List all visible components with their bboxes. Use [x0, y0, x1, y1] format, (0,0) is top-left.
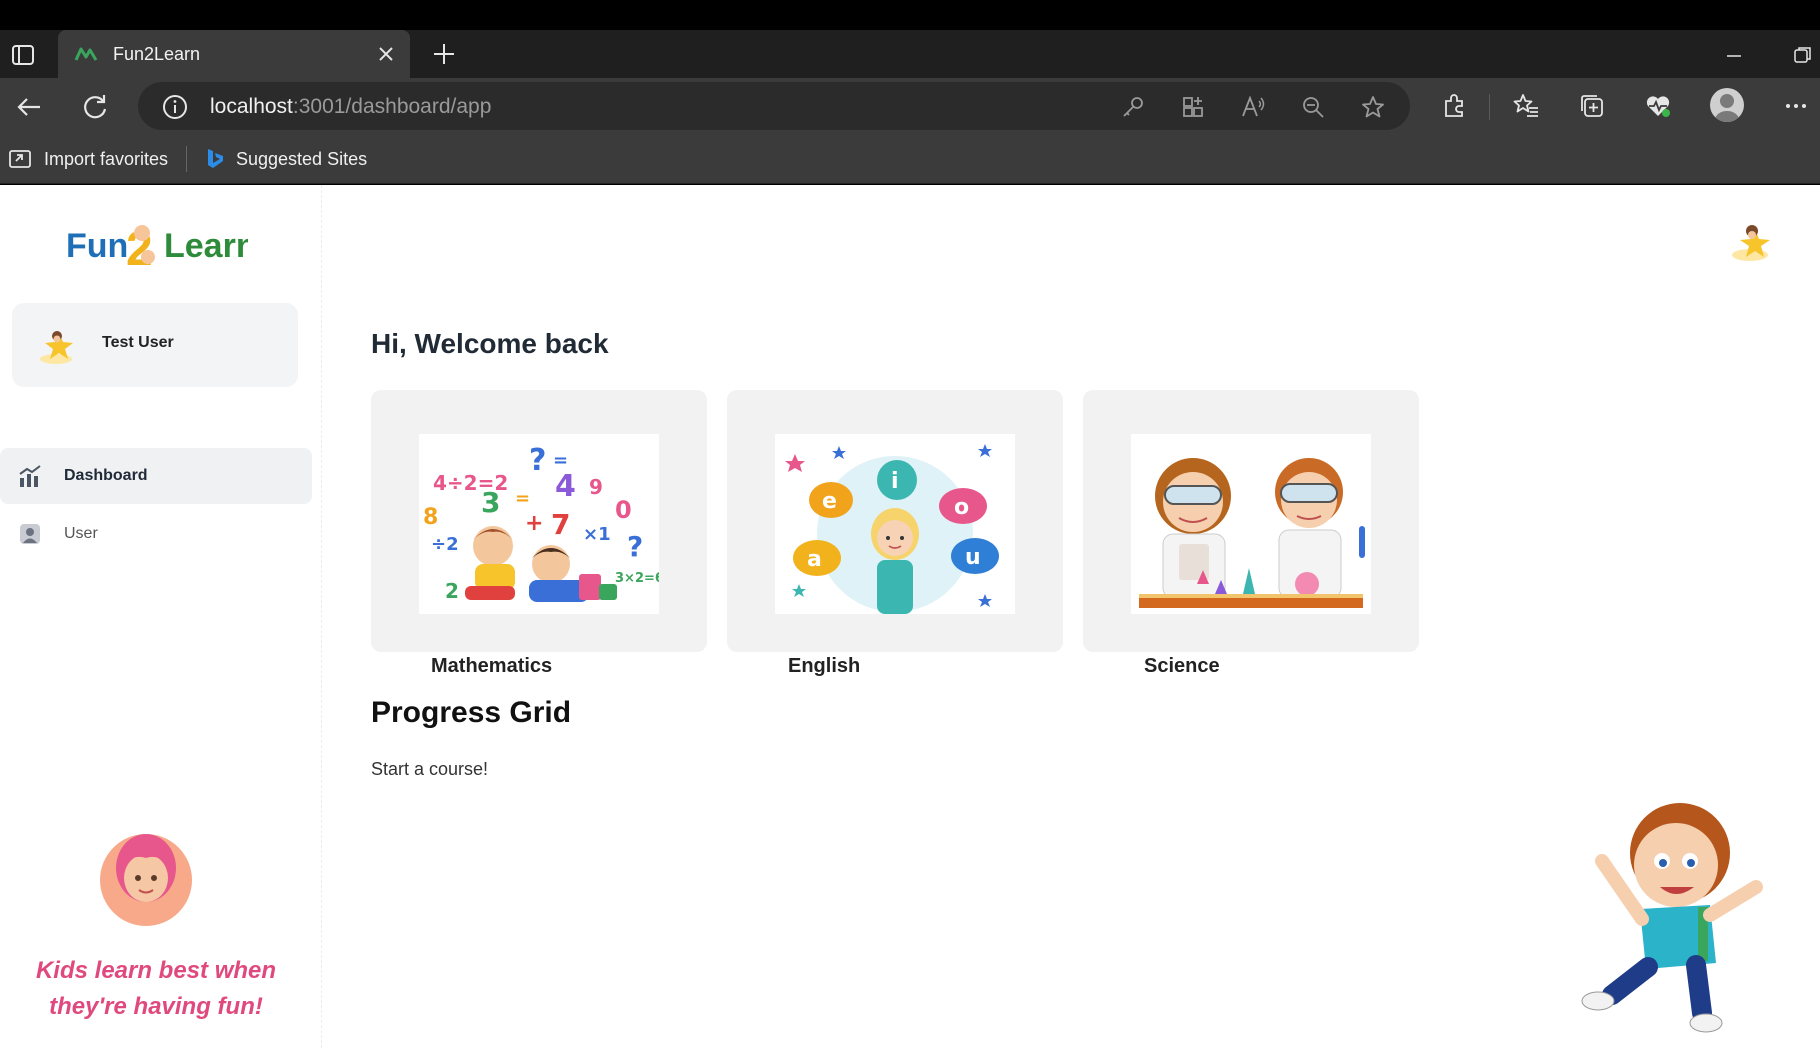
chart-icon: [18, 464, 42, 488]
sidebar-item-label: User: [64, 525, 98, 542]
svg-text:u: u: [965, 545, 981, 570]
progress-grid-heading: Progress Grid: [371, 696, 572, 729]
browser-tab[interactable]: Fun2Learn: [58, 30, 410, 78]
tab-actions-icon[interactable]: [10, 42, 36, 68]
screen-top-strip: [0, 0, 1820, 30]
account-avatar-icon[interactable]: [1730, 221, 1778, 265]
svg-text:+: +: [525, 511, 543, 536]
svg-text:Learn: Learn: [164, 227, 248, 265]
svg-text:9: 9: [589, 475, 603, 499]
profile-avatar-icon[interactable]: [1710, 88, 1744, 122]
tab-bar: Fun2Learn: [0, 30, 1820, 78]
more-options-icon[interactable]: [1782, 92, 1810, 120]
extensions-icon[interactable]: [1440, 92, 1468, 120]
svg-text:Fun: Fun: [66, 227, 128, 265]
fun2learn-favicon-icon: [74, 44, 98, 64]
svg-text:2: 2: [445, 579, 459, 603]
svg-text:e: e: [822, 489, 837, 514]
svg-text:4: 4: [555, 469, 576, 504]
collections-icon[interactable]: [1578, 92, 1606, 120]
close-tab-icon[interactable]: [374, 42, 398, 66]
tab-title: Fun2Learn: [113, 44, 201, 64]
svg-text:7: 7: [551, 508, 570, 541]
sidebar-item-user[interactable]: User: [0, 506, 312, 562]
svg-text:i: i: [891, 469, 899, 494]
url-text: localhost:3001/dashboard/app: [210, 95, 492, 118]
svg-text:?: ?: [627, 530, 643, 563]
progress-empty-message: Start a course!: [371, 759, 489, 779]
favorite-star-icon[interactable]: [1360, 94, 1386, 120]
boy-mascot-illustration: [1530, 763, 1790, 1033]
browser-essentials-icon[interactable]: [1644, 92, 1672, 120]
minimize-window-icon[interactable]: [1724, 46, 1744, 66]
favorites-separator: [186, 146, 187, 172]
user-avatar-icon: [38, 325, 80, 367]
zoom-out-icon[interactable]: [1300, 94, 1326, 120]
read-aloud-icon[interactable]: [1240, 94, 1266, 120]
import-favorites-icon: [9, 150, 31, 168]
course-label-science[interactable]: Science: [1144, 655, 1220, 678]
favorites-icon[interactable]: [1512, 92, 1540, 120]
user-icon: [18, 522, 42, 546]
english-illustration: e i o a u: [775, 434, 1015, 614]
browser-toolbar: localhost:3001/dashboard/app: [0, 78, 1820, 134]
suggested-sites-link[interactable]: Suggested Sites: [204, 147, 367, 171]
svg-text:o: o: [954, 495, 969, 520]
course-label-english[interactable]: English: [788, 655, 860, 678]
toolbar-separator: [1489, 94, 1490, 120]
svg-text:=: =: [553, 450, 568, 471]
course-card-mathematics[interactable]: 4÷2=2 ? = 3 = 4 9 0 8 + 7 ×1 ? ÷2 3×2=6 …: [371, 390, 707, 652]
web-page: Fun 2 Learn Test User Dashboard User Kid…: [0, 185, 1820, 1048]
restore-window-icon[interactable]: [1792, 44, 1814, 66]
sidebar-item-label: Dashboard: [64, 467, 148, 484]
user-name: Test User: [102, 334, 174, 351]
course-label-mathematics[interactable]: Mathematics: [431, 655, 552, 678]
svg-text:3: 3: [481, 486, 500, 519]
math-illustration: 4÷2=2 ? = 3 = 4 9 0 8 + 7 ×1 ? ÷2 3×2=6 …: [419, 434, 659, 614]
import-favorites-link[interactable]: Import favorites: [8, 147, 168, 171]
site-info-icon[interactable]: [162, 94, 188, 120]
app-sidebar: Fun 2 Learn Test User Dashboard User Kid…: [0, 185, 322, 1048]
bing-icon: [208, 149, 223, 168]
welcome-heading: Hi, Welcome back: [371, 328, 609, 359]
svg-text:?: ?: [529, 443, 546, 478]
app-available-icon[interactable]: [1180, 94, 1206, 120]
svg-text:×1: ×1: [583, 524, 611, 545]
key-icon[interactable]: [1120, 94, 1146, 120]
svg-text:3×2=6: 3×2=6: [615, 571, 659, 586]
girl-illustration: [98, 828, 194, 928]
sidebar-item-dashboard[interactable]: Dashboard: [0, 448, 312, 504]
course-card-science[interactable]: [1083, 390, 1419, 652]
svg-text:0: 0: [615, 496, 632, 524]
svg-text:a: a: [807, 547, 822, 572]
tagline: Kids learn best when they're having fun!: [35, 957, 277, 1020]
course-card-english[interactable]: e i o a u: [727, 390, 1063, 652]
svg-text:÷2: ÷2: [431, 534, 459, 555]
address-bar[interactable]: localhost:3001/dashboard/app: [138, 82, 1410, 130]
back-icon[interactable]: [12, 90, 46, 124]
svg-text:8: 8: [423, 505, 438, 530]
svg-text:=: =: [515, 488, 530, 509]
favorites-bar: Import favorites Suggested Sites: [0, 134, 1820, 184]
science-illustration: [1131, 434, 1371, 614]
refresh-icon[interactable]: [78, 90, 112, 124]
fun2learn-logo[interactable]: Fun 2 Learn: [64, 213, 257, 276]
user-account-card[interactable]: Test User: [12, 303, 298, 387]
new-tab-icon[interactable]: [430, 40, 458, 68]
